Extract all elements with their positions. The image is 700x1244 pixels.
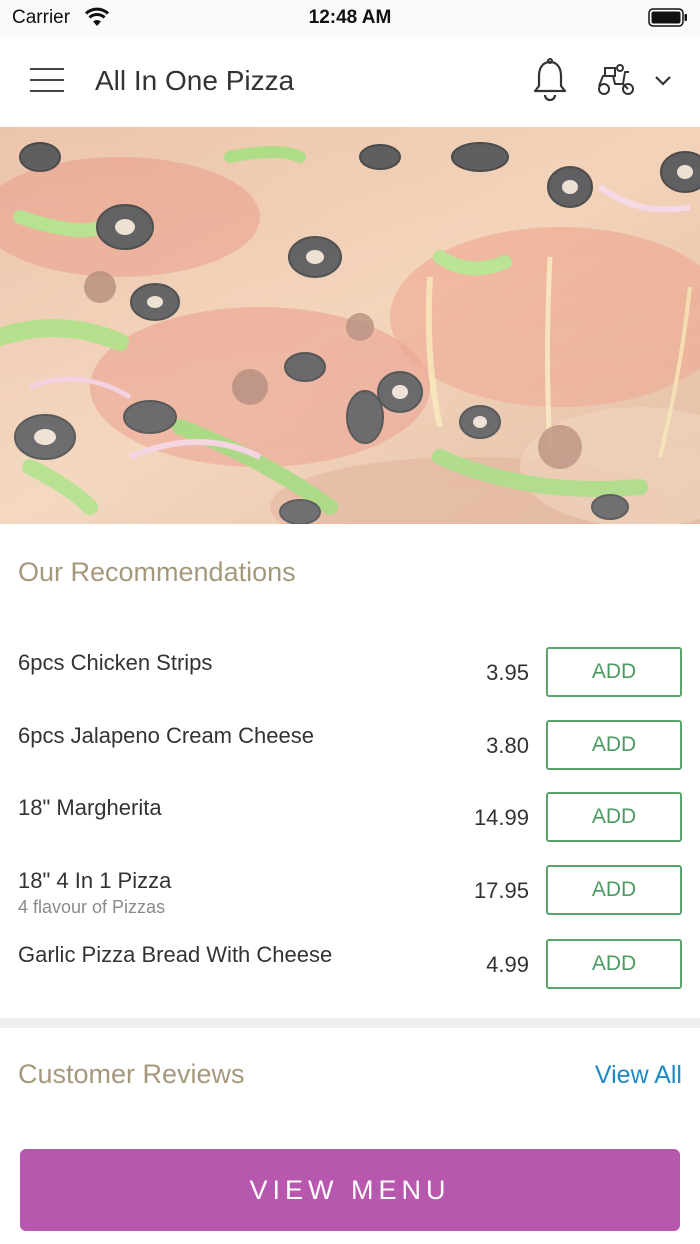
item-name: 6pcs Chicken Strips [18, 650, 213, 675]
list-item: Garlic Pizza Bread With Cheese 4.99 ADD [0, 928, 700, 998]
item-price: 4.99 [486, 952, 529, 977]
add-button[interactable]: ADD [546, 939, 682, 989]
add-button[interactable]: ADD [546, 647, 682, 697]
add-button[interactable]: ADD [546, 720, 682, 770]
list-item: 18" Margherita 14.99 ADD [0, 781, 700, 851]
chevron-down-icon[interactable] [652, 74, 674, 88]
item-price: 3.95 [486, 660, 529, 685]
view-all-reviews-link[interactable]: View All [595, 1061, 682, 1090]
add-button[interactable]: ADD [546, 865, 682, 915]
battery-icon [648, 8, 687, 27]
item-name: 18" Margherita [18, 795, 162, 820]
app-header: All In One Pizza [0, 36, 700, 127]
hero-pizza-image [0, 127, 700, 524]
list-item: 6pcs Chicken Strips 3.95 ADD [0, 636, 700, 706]
item-name: Garlic Pizza Bread With Cheese [18, 942, 333, 967]
item-name: 18" 4 In 1 Pizza [18, 868, 172, 893]
bell-icon[interactable] [530, 58, 570, 102]
customer-reviews-title: Customer Reviews [18, 1059, 245, 1089]
status-time: 12:48 AM [308, 7, 392, 28]
view-menu-button[interactable]: VIEW MENU [20, 1149, 680, 1231]
add-button[interactable]: ADD [546, 792, 682, 842]
item-price: 17.95 [473, 878, 529, 903]
status-bar: Carrier 12:48 AM [0, 0, 700, 36]
section-divider [0, 1018, 700, 1028]
item-price: 3.80 [486, 733, 529, 758]
page-title: All In One Pizza [95, 65, 295, 96]
delivery-scooter-icon[interactable] [595, 64, 637, 98]
item-description: 4 flavour of Pizzas [18, 897, 166, 917]
item-name: 6pcs Jalapeno Cream Cheese [18, 723, 314, 748]
item-price: 14.99 [473, 805, 529, 830]
hamburger-menu-icon[interactable] [30, 68, 64, 94]
list-item: 18" 4 In 1 Pizza 4 flavour of Pizzas 17.… [0, 854, 700, 924]
recommendations-title: Our Recommendations [18, 557, 296, 587]
list-item: 6pcs Jalapeno Cream Cheese 3.80 ADD [0, 709, 700, 779]
